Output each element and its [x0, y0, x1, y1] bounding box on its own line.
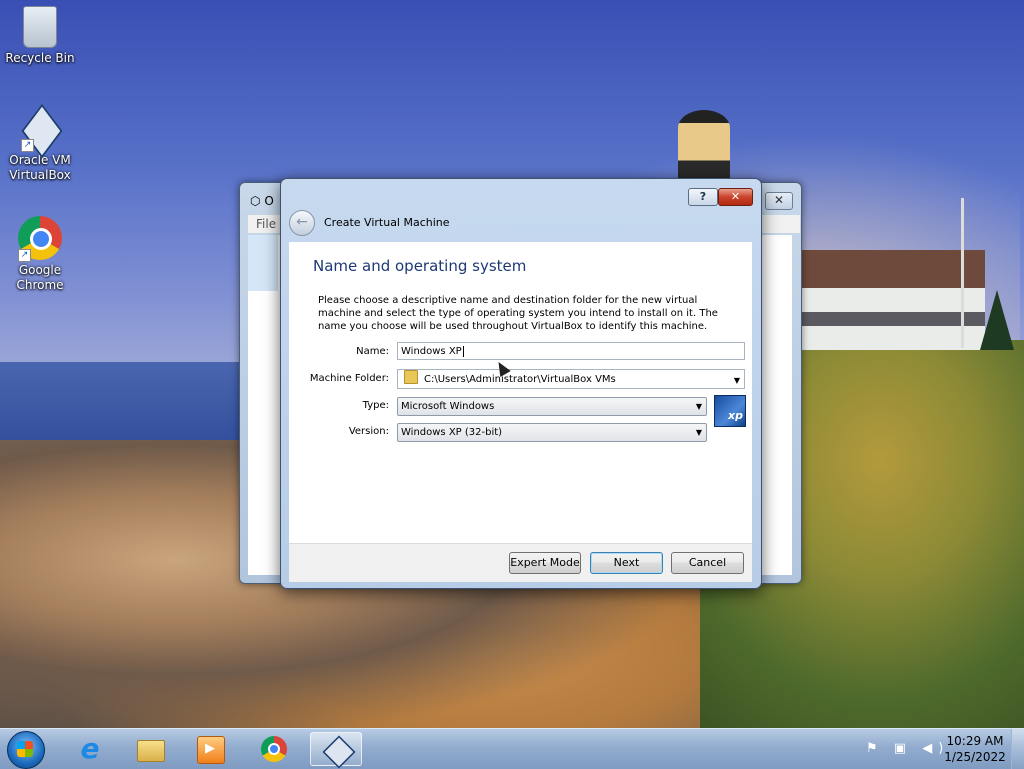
name-input[interactable]: Windows XP: [397, 342, 745, 360]
windows-xp-os-icon: xp: [714, 395, 746, 427]
wizard-page: Name and operating system Please choose …: [289, 242, 752, 543]
expert-mode-button[interactable]: Expert Mode: [509, 552, 581, 574]
chrome-icon: ↗: [18, 216, 62, 262]
wizard-footer: Expert Mode Next Cancel: [289, 543, 752, 582]
chevron-down-icon: ▼: [733, 376, 740, 385]
taskbar-chrome[interactable]: [248, 732, 300, 766]
cancel-button[interactable]: Cancel: [671, 552, 744, 574]
machine-folder-label: Machine Folder:: [309, 373, 389, 384]
wallpaper-flagpole: [961, 198, 964, 348]
wallpaper-porch-roof: [800, 312, 985, 326]
create-vm-dialog: ? ✕ ← Create Virtual Machine Name and op…: [280, 178, 762, 589]
desktop-icon-label: Oracle VM VirtualBox: [9, 153, 71, 182]
manager-toolbar-icon[interactable]: [248, 235, 278, 291]
help-button[interactable]: ?: [688, 188, 718, 206]
taskbar-virtualbox[interactable]: [310, 732, 362, 769]
desktop-icon-virtualbox[interactable]: ↗ Oracle VM VirtualBox: [2, 103, 78, 183]
wallpaper-house: [800, 250, 985, 350]
virtualbox-icon: [322, 735, 356, 769]
desktop-icon-label: Google Chrome: [16, 263, 64, 292]
wallpaper-lighthouse: [678, 110, 730, 182]
system-tray-icons[interactable]: ⚑ ▣ ◀): [866, 741, 949, 756]
show-desktop-button[interactable]: [1011, 729, 1024, 769]
media-player-icon: [197, 736, 225, 764]
start-button[interactable]: [7, 731, 45, 769]
machine-folder-select[interactable]: C:\Users\Administrator\VirtualBox VMs ▼: [397, 369, 745, 389]
next-button[interactable]: Next: [590, 552, 663, 574]
manager-close-button[interactable]: ✕: [765, 192, 793, 210]
recycle-bin-icon: [23, 6, 57, 48]
chevron-down-icon: ▼: [695, 402, 702, 411]
folder-icon: [137, 740, 165, 762]
desktop-icon-chrome[interactable]: ↗ Google Chrome: [2, 216, 78, 293]
page-heading: Name and operating system: [313, 257, 527, 275]
clock-date: 1/25/2022: [944, 750, 1006, 764]
desktop-icon-label: Recycle Bin: [5, 51, 75, 65]
back-button[interactable]: ←: [289, 210, 315, 236]
clock-time: 10:29 AM: [946, 734, 1004, 748]
name-label: Name:: [356, 346, 389, 357]
manager-title: ⬡ O: [250, 194, 274, 208]
version-label: Version:: [348, 426, 389, 437]
chevron-down-icon: ▼: [695, 428, 702, 437]
internet-explorer-icon: e: [80, 732, 100, 765]
type-label: Type:: [362, 400, 389, 411]
page-description: Please choose a descriptive name and des…: [318, 295, 718, 332]
taskbar-media-player[interactable]: [184, 732, 236, 766]
dialog-title: Create Virtual Machine: [324, 216, 450, 229]
type-select[interactable]: Microsoft Windows ▼: [397, 397, 707, 416]
virtualbox-small-icon: ⬡: [250, 194, 261, 208]
version-select[interactable]: Windows XP (32-bit) ▼: [397, 423, 707, 442]
taskbar-file-explorer[interactable]: [124, 732, 176, 766]
close-button[interactable]: ✕: [718, 188, 753, 206]
taskbar: e ⚑ ▣ ◀) 10:29 AM 1/25/2022: [0, 728, 1024, 769]
taskbar-internet-explorer[interactable]: e: [64, 732, 116, 766]
clock[interactable]: 10:29 AM 1/25/2022: [940, 733, 1010, 765]
chrome-icon: [261, 736, 287, 762]
desktop-icon-recycle-bin[interactable]: Recycle Bin: [2, 6, 78, 66]
folder-icon: [404, 370, 418, 384]
virtualbox-icon: ↗: [21, 103, 63, 159]
